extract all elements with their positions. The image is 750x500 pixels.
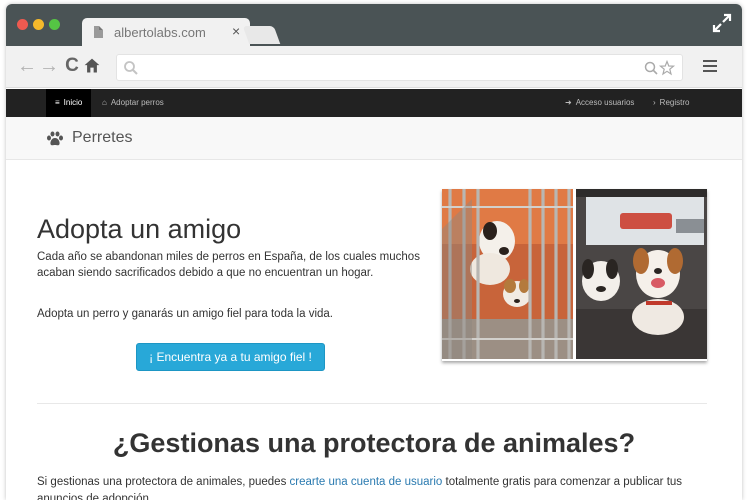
nav-item-acceso-usuarios[interactable]: ➜ Acceso usuarios [565, 89, 634, 117]
section-divider [37, 403, 707, 404]
hero-title: Adopta un amigo [37, 214, 242, 244]
section-title: ¿Gestionas una protectora de animales? [112, 428, 636, 458]
section-text-before: Si gestionas una protectora de animales,… [37, 476, 290, 488]
dogs-in-car-photo [576, 189, 707, 359]
nav-item-label: Registro [659, 98, 690, 107]
nav-item-label: Acceso usuarios [575, 98, 635, 107]
tab-title: albertolabs.com [114, 25, 206, 40]
sign-in-icon: ➜ [565, 98, 572, 107]
nav-item-adoptar[interactable]: ⌂ Adoptar perros [102, 89, 164, 117]
dogs-in-kennel-photo [442, 189, 573, 359]
home-icon: ⌂ [102, 98, 107, 107]
nav-item-registro[interactable]: › Registro [653, 89, 689, 117]
paw-icon [47, 131, 63, 146]
find-friend-button[interactable]: ¡ Encuentra ya a tu amigo fiel ! [136, 343, 325, 371]
browser-window: albertolabs.com × ← → C ≡ Inicio ⌂ Adopt… [6, 4, 742, 500]
menu-icon: ≡ [55, 98, 60, 107]
browser-menu-icon[interactable] [703, 60, 717, 72]
create-account-link[interactable]: crearte una cuenta de usuario [290, 476, 443, 488]
site-navbar: ≡ Inicio ⌂ Adoptar perros ➜ Acceso usuarios… [6, 89, 742, 117]
dog-photos [442, 189, 707, 361]
page-header: Perretes [6, 117, 742, 160]
nav-item-label: Inicio [63, 98, 83, 107]
fullscreen-icon[interactable] [712, 13, 732, 33]
brand-link[interactable]: Perretes [72, 129, 132, 147]
nav-item-label: Adoptar perros [110, 98, 164, 107]
section-paragraph: Si gestionas una protectora de animales,… [37, 474, 717, 500]
reload-icon[interactable]: C [61, 55, 83, 77]
nav-item-inicio[interactable]: ≡ Inicio [46, 89, 92, 117]
chevron-right-icon: › [653, 98, 656, 107]
browser-tab[interactable]: albertolabs.com × [82, 18, 250, 46]
hero-paragraph: Cada año se abandonan miles de perros en… [37, 251, 420, 279]
tab-close-icon[interactable]: × [232, 23, 240, 39]
search-icon [124, 61, 138, 75]
minimize-window-button[interactable] [33, 19, 44, 30]
hero-paragraph-2: Adopta un perro y ganarás un amigo fiel … [37, 308, 333, 320]
home-icon[interactable] [83, 57, 101, 75]
new-tab-button[interactable] [242, 26, 281, 44]
close-window-button[interactable] [17, 19, 28, 30]
forward-arrow-icon[interactable]: → [38, 55, 60, 77]
address-bar[interactable] [116, 54, 683, 81]
back-arrow-icon[interactable]: ← [16, 55, 38, 77]
document-icon [94, 26, 103, 38]
browser-titlebar: albertolabs.com × [6, 4, 742, 46]
browser-toolbar: ← → C [6, 46, 742, 88]
zoom-and-star-icons[interactable] [644, 60, 676, 76]
maximize-window-button[interactable] [49, 19, 60, 30]
